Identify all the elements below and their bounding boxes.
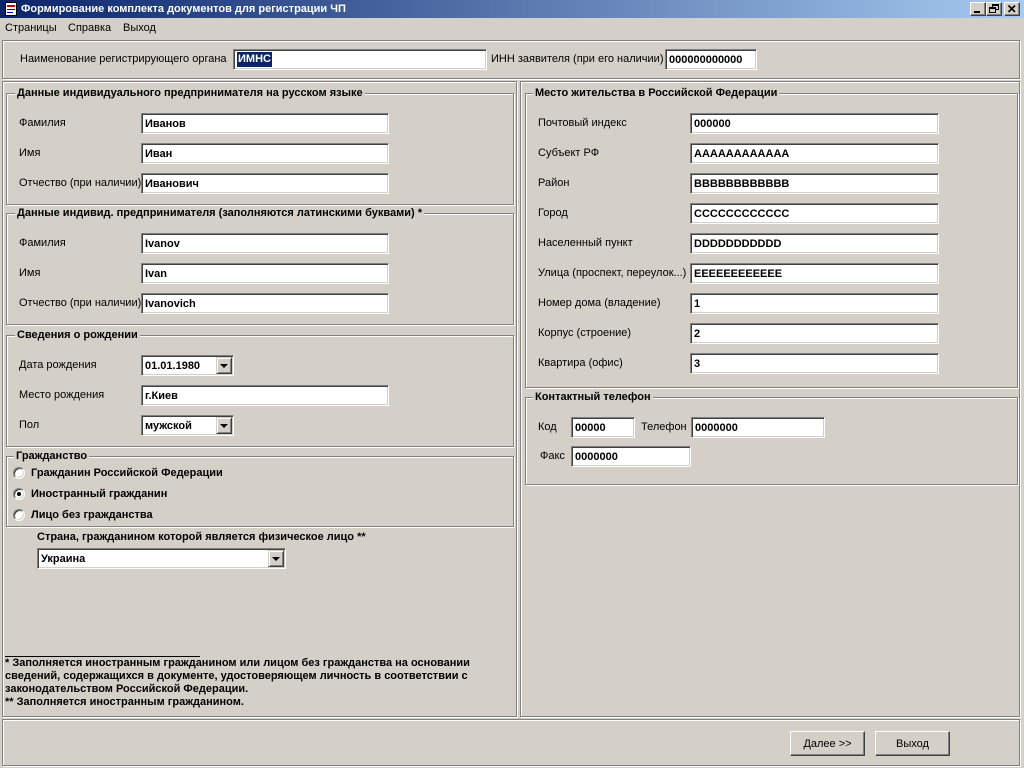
sex-dropdown-button[interactable] bbox=[216, 417, 232, 434]
country-label: Страна, гражданином которой является физ… bbox=[37, 531, 366, 543]
next-button[interactable]: Далее >> bbox=[790, 731, 865, 756]
group-birth-title: Сведения о рождении bbox=[15, 328, 140, 342]
address-building-input[interactable] bbox=[690, 323, 939, 344]
address-house-label: Номер дома (владение) bbox=[538, 297, 661, 309]
group-citizenship-title: Гражданство bbox=[14, 449, 90, 463]
ru-first-name-input[interactable] bbox=[141, 143, 389, 164]
address-locality-input[interactable] bbox=[690, 233, 939, 254]
address-apartment-label: Квартира (офис) bbox=[538, 357, 623, 369]
ru-last-name-input[interactable] bbox=[141, 113, 389, 134]
country-combo[interactable]: Украина bbox=[37, 548, 286, 569]
ru-first-name-label: Имя bbox=[19, 147, 41, 159]
sex-label: Пол bbox=[19, 419, 40, 431]
group-phone bbox=[525, 397, 1018, 485]
chevron-down-icon bbox=[220, 364, 228, 368]
ru-last-name-label: Фамилия bbox=[19, 117, 66, 129]
lat-first-name-input[interactable] bbox=[141, 263, 389, 284]
menu-item-help[interactable]: Справка bbox=[66, 21, 113, 35]
address-district-input[interactable] bbox=[690, 173, 939, 194]
address-region-input[interactable] bbox=[690, 143, 939, 164]
footnote-line: сведений, содержащихся в документе, удос… bbox=[5, 670, 468, 682]
minimize-icon bbox=[974, 11, 980, 13]
group-person-ru-title: Данные индивидуального предпринимателя н… bbox=[15, 86, 365, 100]
exit-button[interactable]: Выход bbox=[875, 731, 950, 756]
footnote-line: ** Заполняется иностранным гражданином. bbox=[5, 696, 244, 708]
address-district-label: Район bbox=[538, 177, 570, 189]
registering-authority-label: Наименование регистрирующего органа bbox=[20, 53, 227, 65]
menu-bar: Страницы Справка Выход bbox=[0, 18, 1024, 37]
title-bar: Формирование комплекта документов для ре… bbox=[0, 0, 1024, 18]
phone-code-label: Код bbox=[538, 421, 557, 433]
phone-number-label: Телефон bbox=[641, 421, 687, 433]
radio-foreign-citizen-label[interactable]: Иностранный гражданин bbox=[31, 487, 167, 501]
birth-place-label: Место рождения bbox=[19, 389, 105, 401]
bottom-panel bbox=[2, 719, 1020, 766]
inn-label: ИНН заявителя (при его наличии) bbox=[491, 53, 664, 65]
minimize-button[interactable] bbox=[970, 2, 986, 16]
registering-authority-input[interactable]: ИМНС bbox=[233, 49, 487, 70]
address-postcode-label: Почтовый индекс bbox=[538, 117, 627, 129]
address-apartment-input[interactable] bbox=[690, 353, 939, 374]
ru-middle-name-input[interactable] bbox=[141, 173, 389, 194]
radio-stateless-label[interactable]: Лицо без гражданства bbox=[31, 508, 153, 522]
window-title: Формирование комплекта документов для ре… bbox=[21, 3, 346, 15]
birth-place-input[interactable] bbox=[141, 385, 389, 406]
fax-label: Факс bbox=[540, 450, 565, 462]
restore-icon bbox=[989, 4, 999, 13]
birth-date-value: 01.01.1980 bbox=[145, 359, 201, 372]
radio-dot bbox=[17, 492, 21, 496]
ru-middle-name-label: Отчество (при наличии) bbox=[19, 177, 142, 189]
radio-foreign-citizen[interactable] bbox=[13, 488, 25, 500]
birth-date-combo[interactable]: 01.01.1980 bbox=[141, 355, 234, 376]
birth-date-dropdown-button[interactable] bbox=[216, 357, 232, 374]
address-building-label: Корпус (строение) bbox=[538, 327, 632, 339]
footnote-line: законодательством Российской Федерации. bbox=[5, 683, 249, 695]
radio-stateless[interactable] bbox=[13, 509, 25, 521]
lat-last-name-input[interactable] bbox=[141, 233, 389, 254]
address-city-input[interactable] bbox=[690, 203, 939, 224]
group-phone-title: Контактный телефон bbox=[533, 390, 653, 404]
close-icon bbox=[1007, 4, 1016, 13]
group-address-title: Место жительства в Российской Федерации bbox=[533, 86, 780, 100]
lat-last-name-label: Фамилия bbox=[19, 237, 66, 249]
address-street-label: Улица (проспект, переулок...) bbox=[538, 267, 687, 279]
country-value: Украина bbox=[41, 552, 86, 565]
menu-item-exit[interactable]: Выход bbox=[121, 21, 158, 35]
sex-value: мужской bbox=[145, 419, 192, 432]
address-house-input[interactable] bbox=[690, 293, 939, 314]
radio-russian-citizen-label[interactable]: Гражданин Российской Федерации bbox=[31, 466, 223, 480]
sex-combo[interactable]: мужской bbox=[141, 415, 234, 436]
lat-first-name-label: Имя bbox=[19, 267, 41, 279]
address-city-label: Город bbox=[538, 207, 568, 219]
menu-item-pages[interactable]: Страницы bbox=[3, 21, 59, 35]
radio-russian-citizen[interactable] bbox=[13, 467, 25, 479]
lat-middle-name-input[interactable] bbox=[141, 293, 389, 314]
inn-input[interactable] bbox=[665, 49, 757, 70]
app-icon bbox=[3, 1, 19, 17]
country-dropdown-button[interactable] bbox=[268, 550, 284, 567]
address-locality-label: Населенный пункт bbox=[538, 237, 633, 249]
fax-input[interactable] bbox=[571, 446, 691, 467]
footnote-line: * Заполняется иностранным гражданином ил… bbox=[5, 657, 470, 669]
address-street-input[interactable] bbox=[690, 263, 939, 284]
group-person-latin-title: Данные индивид. предпринимателя (заполня… bbox=[15, 206, 424, 220]
birth-date-label: Дата рождения bbox=[19, 359, 97, 371]
lat-middle-name-label: Отчество (при наличии) bbox=[19, 297, 142, 309]
phone-number-input[interactable] bbox=[691, 417, 825, 438]
restore-button[interactable] bbox=[986, 2, 1002, 16]
registering-authority-value: ИМНС bbox=[237, 52, 272, 67]
phone-code-input[interactable] bbox=[571, 417, 635, 438]
address-region-label: Субъект РФ bbox=[538, 147, 600, 159]
address-postcode-input[interactable] bbox=[690, 113, 939, 134]
chevron-down-icon bbox=[272, 557, 280, 561]
close-button[interactable] bbox=[1004, 2, 1020, 16]
footnotes: * Заполняется иностранным гражданином ил… bbox=[5, 657, 470, 709]
chevron-down-icon bbox=[220, 424, 228, 428]
